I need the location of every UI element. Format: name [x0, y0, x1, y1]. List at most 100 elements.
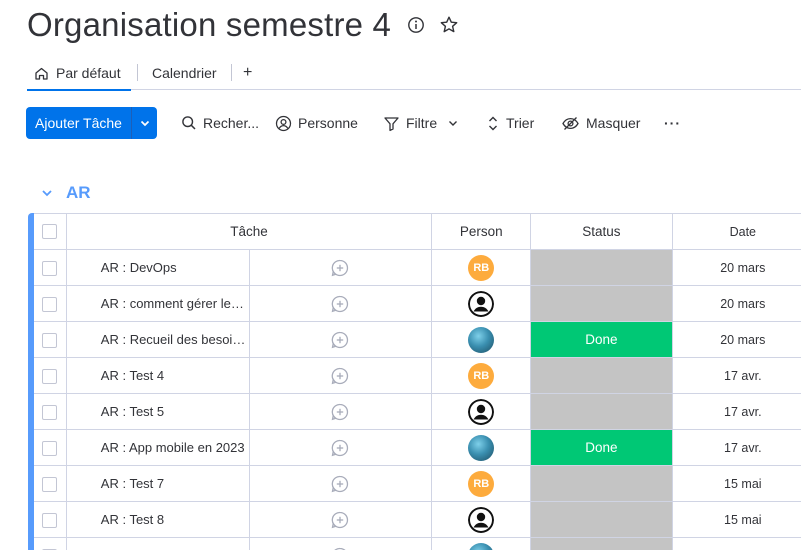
- row-checkbox[interactable]: [42, 440, 58, 456]
- status-label[interactable]: [531, 358, 672, 393]
- person-photo-avatar[interactable]: [468, 326, 495, 353]
- more-options-button[interactable]: ···: [664, 107, 681, 139]
- date-cell[interactable]: 17 avr.: [671, 357, 801, 394]
- row-checkbox[interactable]: [42, 404, 58, 420]
- person-avatar[interactable]: RB: [468, 254, 495, 281]
- add-update-cell[interactable]: [248, 465, 433, 502]
- column-header-person[interactable]: Person: [431, 213, 532, 250]
- date-cell[interactable]: [671, 537, 801, 550]
- status-cell[interactable]: [530, 465, 673, 502]
- chevron-down-icon[interactable]: [40, 186, 54, 200]
- status-cell[interactable]: Done: [530, 429, 673, 466]
- add-update-icon[interactable]: [330, 510, 350, 530]
- date-cell[interactable]: 20 mars: [671, 321, 801, 358]
- status-label[interactable]: Done: [531, 430, 672, 465]
- status-label[interactable]: [531, 538, 672, 550]
- add-task-dropdown[interactable]: [131, 107, 157, 139]
- add-update-cell[interactable]: [248, 537, 433, 550]
- search-button[interactable]: Recher...: [181, 107, 259, 139]
- table-row[interactable]: AR : DevOps RB 20 mars: [34, 249, 801, 286]
- row-checkbox[interactable]: [42, 332, 58, 348]
- person-photo-avatar[interactable]: [468, 434, 495, 461]
- task-name[interactable]: AR : Test 7: [65, 465, 250, 502]
- add-update-icon[interactable]: [330, 294, 350, 314]
- row-checkbox[interactable]: [42, 512, 58, 528]
- status-label[interactable]: [531, 466, 672, 501]
- status-cell[interactable]: [530, 249, 673, 286]
- add-update-icon[interactable]: [330, 474, 350, 494]
- person-cell[interactable]: RB: [431, 249, 532, 286]
- task-name[interactable]: AR : Test 4: [65, 357, 250, 394]
- date-cell[interactable]: 15 mai: [671, 465, 801, 502]
- person-cell[interactable]: [431, 285, 532, 322]
- row-checkbox[interactable]: [42, 476, 58, 492]
- date-cell[interactable]: 15 mai: [671, 501, 801, 538]
- add-update-cell[interactable]: [248, 357, 433, 394]
- add-update-icon[interactable]: [330, 546, 350, 550]
- column-header-status[interactable]: Status: [530, 213, 673, 250]
- person-cell[interactable]: RB: [431, 357, 532, 394]
- person-filter-button[interactable]: Personne: [275, 107, 358, 139]
- status-label[interactable]: [531, 250, 672, 285]
- add-view-button[interactable]: +: [243, 56, 252, 90]
- person-cell[interactable]: [431, 429, 532, 466]
- add-update-icon[interactable]: [330, 438, 350, 458]
- add-update-icon[interactable]: [330, 330, 350, 350]
- person-avatar[interactable]: RB: [468, 470, 495, 497]
- user-placeholder-icon[interactable]: [468, 398, 495, 425]
- select-all-checkbox[interactable]: [42, 224, 58, 240]
- table-row[interactable]: AR : Test 9: [34, 537, 801, 550]
- add-update-icon[interactable]: [330, 258, 350, 278]
- status-cell[interactable]: [530, 537, 673, 550]
- hide-button[interactable]: Masquer: [561, 107, 640, 139]
- row-checkbox[interactable]: [42, 296, 58, 312]
- table-row[interactable]: AR : Test 7 RB 15 mai: [34, 465, 801, 502]
- status-label[interactable]: [531, 394, 672, 429]
- date-cell[interactable]: 20 mars: [671, 249, 801, 286]
- table-row[interactable]: AR : App mobile en 2023 Done 17 avr.: [34, 429, 801, 466]
- add-update-icon[interactable]: [330, 402, 350, 422]
- person-cell[interactable]: [431, 321, 532, 358]
- task-name[interactable]: AR : Recueil des besoins pour un ré...: [65, 321, 250, 358]
- group-title[interactable]: AR: [66, 183, 91, 203]
- table-row[interactable]: AR : Test 8 15 mai: [34, 501, 801, 538]
- column-header-task[interactable]: Tâche: [65, 213, 433, 250]
- star-icon[interactable]: [439, 15, 459, 35]
- tab-calendrier[interactable]: Calendrier: [152, 56, 217, 90]
- status-cell[interactable]: [530, 501, 673, 538]
- task-name[interactable]: AR : Test 9: [65, 537, 250, 550]
- task-name[interactable]: AR : App mobile en 2023: [65, 429, 250, 466]
- group-header[interactable]: AR: [40, 182, 91, 204]
- task-name[interactable]: AR : Test 8: [65, 501, 250, 538]
- status-cell[interactable]: [530, 357, 673, 394]
- status-label[interactable]: [531, 286, 672, 321]
- sort-button[interactable]: Trier: [486, 107, 534, 139]
- column-header-date[interactable]: Date: [671, 213, 801, 250]
- table-row[interactable]: AR : Test 4 RB 17 avr.: [34, 357, 801, 394]
- add-update-cell[interactable]: [248, 249, 433, 286]
- task-name[interactable]: AR : Test 5: [65, 393, 250, 430]
- filter-button[interactable]: Filtre: [383, 107, 459, 139]
- row-checkbox[interactable]: [42, 368, 58, 384]
- add-update-icon[interactable]: [330, 366, 350, 386]
- person-cell[interactable]: [431, 537, 532, 550]
- user-placeholder-icon[interactable]: [468, 506, 495, 533]
- date-cell[interactable]: 17 avr.: [671, 429, 801, 466]
- status-cell[interactable]: [530, 285, 673, 322]
- date-cell[interactable]: 17 avr.: [671, 393, 801, 430]
- date-cell[interactable]: 20 mars: [671, 285, 801, 322]
- person-avatar[interactable]: RB: [468, 362, 495, 389]
- tab-par-defaut[interactable]: Par défaut: [27, 56, 131, 91]
- status-label[interactable]: [531, 502, 672, 537]
- add-update-cell[interactable]: [248, 429, 433, 466]
- person-photo-avatar[interactable]: [468, 542, 495, 550]
- add-task-label[interactable]: Ajouter Tâche: [26, 107, 131, 139]
- task-name[interactable]: AR : comment gérer les ressources...: [65, 285, 250, 322]
- status-cell[interactable]: Done: [530, 321, 673, 358]
- add-update-cell[interactable]: [248, 393, 433, 430]
- add-update-cell[interactable]: [248, 321, 433, 358]
- person-cell[interactable]: [431, 393, 532, 430]
- table-row[interactable]: AR : Recueil des besoins pour un ré... D…: [34, 321, 801, 358]
- user-placeholder-icon[interactable]: [468, 290, 495, 317]
- status-label[interactable]: Done: [531, 322, 672, 357]
